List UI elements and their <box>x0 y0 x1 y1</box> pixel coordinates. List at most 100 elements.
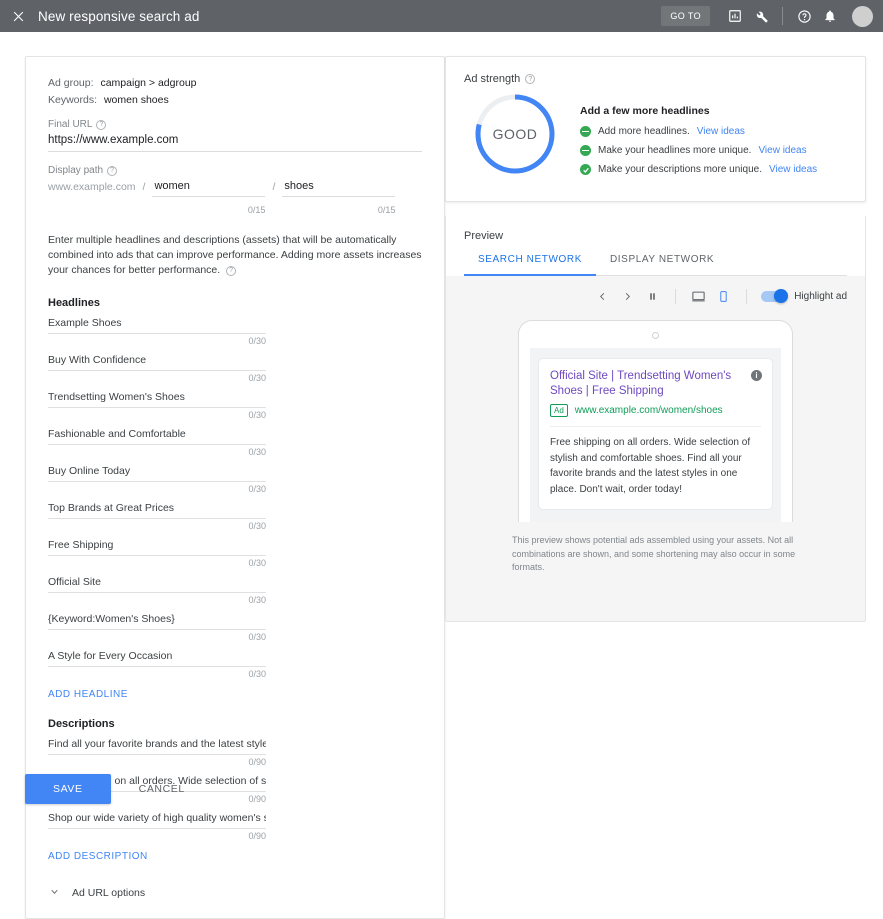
preview-device-area: i Official Site | Trendsetting Women's S… <box>446 316 865 522</box>
go-to-button[interactable]: GO TO <box>661 6 710 26</box>
tab-search-network[interactable]: SEARCH NETWORK <box>464 254 596 275</box>
desktop-icon[interactable] <box>686 286 711 306</box>
help-circle-icon[interactable] <box>791 3 817 29</box>
top-bar-divider <box>782 7 783 25</box>
headline-input[interactable] <box>48 315 266 334</box>
headline-input[interactable] <box>48 352 266 371</box>
headline-input[interactable] <box>48 463 266 482</box>
right-column: Ad strength ? GOOD Add a few more headli… <box>445 56 866 622</box>
path-separator-1: / <box>136 181 153 197</box>
headlines-list: 0/30 0/30 0/30 0/30 0/30 0/30 <box>48 315 422 679</box>
view-ideas-link[interactable]: View ideas <box>697 126 745 137</box>
headline-counter: 0/30 <box>48 521 266 531</box>
ad-url-options-expander[interactable]: Ad URL options <box>48 886 422 900</box>
path2-field <box>282 178 395 197</box>
path1-input[interactable] <box>152 178 265 197</box>
phone-speaker-icon <box>652 332 659 339</box>
preview-title: Preview <box>464 230 847 242</box>
description-counter: 0/90 <box>48 757 266 767</box>
ad-preview-divider <box>550 426 761 427</box>
cancel-button[interactable]: CANCEL <box>129 774 195 804</box>
preview-tabs: SEARCH NETWORK DISPLAY NETWORK <box>464 254 847 276</box>
partial-status-icon <box>580 126 591 137</box>
tips-title: Add a few more headlines <box>580 105 817 117</box>
path1-counter: 0/15 <box>152 205 265 215</box>
tip-text: Add more headlines. <box>598 126 690 137</box>
headline-counter: 0/30 <box>48 484 266 494</box>
chevron-right-icon[interactable] <box>615 286 640 306</box>
headline-item: 0/30 <box>48 315 422 346</box>
mobile-icon[interactable] <box>711 286 736 306</box>
description-item: 0/90 <box>48 810 422 841</box>
headline-input[interactable] <box>48 574 266 593</box>
app-top-bar: New responsive search ad GO TO <box>0 0 883 32</box>
ad-preview-url[interactable]: www.example.com/women/shoes <box>575 405 723 416</box>
headline-input[interactable] <box>48 648 266 667</box>
form-footer: SAVE CANCEL <box>25 774 195 804</box>
page-body: Ad group: campaign > adgroup Keywords: w… <box>0 32 883 793</box>
save-button[interactable]: SAVE <box>25 774 111 804</box>
add-description-button[interactable]: ADD DESCRIPTION <box>48 851 148 862</box>
headline-item: 0/30 <box>48 389 422 420</box>
keywords-label: Keywords: <box>48 94 97 106</box>
ad-preview-title[interactable]: Official Site | Trendsetting Women's Sho… <box>550 369 761 399</box>
bar-chart-icon[interactable] <box>722 3 748 29</box>
add-headline-button[interactable]: ADD HEADLINE <box>48 689 128 700</box>
description-item: 0/90 <box>48 736 422 767</box>
highlight-ad-toggle[interactable] <box>761 291 787 302</box>
headline-item: 0/30 <box>48 463 422 494</box>
headline-input[interactable] <box>48 537 266 556</box>
final-url-label-row: Final URL ? <box>48 119 422 130</box>
headline-counter: 0/30 <box>48 632 266 642</box>
headline-input[interactable] <box>48 611 266 630</box>
headline-item: 0/30 <box>48 648 422 679</box>
display-path-counters: www.example.com / 0/15 / 0/15 <box>48 199 422 215</box>
path2-input[interactable] <box>282 178 395 197</box>
help-icon[interactable]: ? <box>107 166 117 176</box>
ad-preview: i Official Site | Trendsetting Women's S… <box>538 358 773 510</box>
tip-item: Make your headlines more unique. View id… <box>580 145 817 156</box>
preview-note: This preview shows potential ads assembl… <box>446 522 806 575</box>
ad-preview-url-row: Ad www.example.com/women/shoes <box>550 404 761 417</box>
ad-strength-tips: Add a few more headlines Add more headli… <box>580 91 817 183</box>
description-input[interactable] <box>48 736 266 755</box>
headline-input[interactable] <box>48 389 266 408</box>
bell-icon[interactable] <box>817 3 843 29</box>
keywords-row: Keywords: women shoes <box>48 94 422 106</box>
ad-group-row: Ad group: campaign > adgroup <box>48 77 422 89</box>
account-avatar[interactable] <box>852 6 873 27</box>
headline-input[interactable] <box>48 500 266 519</box>
ad-strength-gauge: GOOD <box>472 91 558 177</box>
wrench-icon[interactable] <box>748 3 774 29</box>
pause-icon[interactable] <box>640 286 665 306</box>
descriptions-section-title: Descriptions <box>48 718 422 730</box>
toolbar-divider <box>675 289 676 304</box>
preview-card: Preview SEARCH NETWORK DISPLAY NETWORK <box>445 216 866 622</box>
info-icon[interactable]: i <box>751 370 762 381</box>
tip-item: Add more headlines. View ideas <box>580 126 817 137</box>
chevron-left-icon[interactable] <box>590 286 615 306</box>
ad-group-label: Ad group: <box>48 77 94 89</box>
headline-counter: 0/30 <box>48 558 266 568</box>
final-url-input[interactable] <box>48 132 422 152</box>
view-ideas-link[interactable]: View ideas <box>769 164 817 175</box>
description-counter: 0/90 <box>48 831 266 841</box>
ad-group-breadcrumb-link[interactable]: campaign > adgroup <box>100 77 196 89</box>
help-icon[interactable]: ? <box>525 74 535 84</box>
description-input[interactable] <box>48 810 266 829</box>
help-icon[interactable]: ? <box>226 266 236 276</box>
close-icon[interactable] <box>8 6 28 26</box>
view-ideas-link[interactable]: View ideas <box>758 145 806 156</box>
preview-toolbar: Highlight ad <box>446 276 865 316</box>
preview-header: Preview SEARCH NETWORK DISPLAY NETWORK <box>446 216 865 276</box>
phone-screen: i Official Site | Trendsetting Women's S… <box>530 348 781 522</box>
headline-input[interactable] <box>48 426 266 445</box>
display-path-label: Display path <box>48 165 103 176</box>
tab-display-network[interactable]: DISPLAY NETWORK <box>596 254 728 275</box>
display-path-label-row: Display path ? <box>48 165 422 176</box>
help-icon[interactable]: ? <box>96 120 106 130</box>
headline-item: 0/30 <box>48 426 422 457</box>
final-url-field: Final URL ? <box>48 119 422 152</box>
ad-strength-rating: GOOD <box>493 126 538 142</box>
toggle-knob <box>774 289 788 303</box>
